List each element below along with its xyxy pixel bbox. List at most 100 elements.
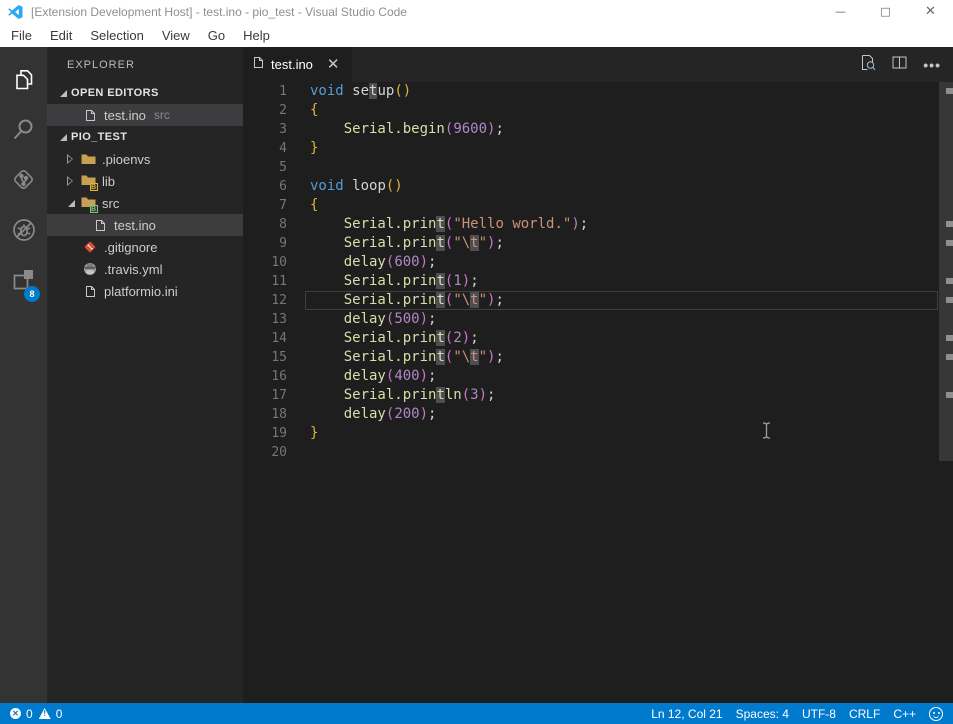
indentation-setting[interactable]: Spaces: 4	[736, 707, 789, 721]
extensions-badge: 8	[24, 286, 40, 302]
code-line-8[interactable]: 8 Serial.print("Hello world.");	[243, 215, 953, 234]
code-line-5[interactable]: 5	[243, 158, 953, 177]
feedback-smiley-icon[interactable]	[929, 707, 943, 721]
chevron-collapsed-icon	[63, 154, 79, 164]
line-number: 13	[243, 310, 287, 329]
line-number: 9	[243, 234, 287, 253]
warning-indicator[interactable]: ! 0	[39, 707, 63, 721]
code-line-3[interactable]: 3 Serial.begin(9600);	[243, 120, 953, 139]
more-actions-icon[interactable]: •••	[923, 57, 941, 73]
item-label: lib	[102, 174, 115, 189]
error-icon: ✕	[10, 708, 21, 719]
tab-test-ino[interactable]: test.ino ✕	[243, 47, 352, 82]
sidebar-title: EXPLORER	[47, 47, 243, 82]
code-line-11[interactable]: 11 Serial.print(1);	[243, 272, 953, 291]
menu-view[interactable]: View	[153, 23, 199, 47]
item-tag: src	[154, 108, 170, 122]
section-pio-test[interactable]: PIO_TEST	[47, 126, 243, 148]
code-line-1[interactable]: 1void setup()	[243, 82, 953, 101]
code-line-6[interactable]: 6void loop()	[243, 177, 953, 196]
line-number: 17	[243, 386, 287, 405]
code-line-18[interactable]: 18 delay(200);	[243, 405, 953, 424]
tree-item-platformio-ini[interactable]: platformio.ini	[47, 280, 243, 302]
error-indicator[interactable]: ✕ 0	[10, 707, 33, 721]
minimize-button[interactable]: —	[818, 0, 863, 23]
editor-group: test.ino ✕ ••• 1void setup()2{3 Serial.b…	[243, 47, 953, 703]
item-label: test.ino	[114, 218, 156, 233]
cursor-position[interactable]: Ln 12, Col 21	[651, 707, 722, 721]
activity-extensions[interactable]: 8	[0, 257, 47, 307]
code-line-16[interactable]: 16 delay(400);	[243, 367, 953, 386]
occurrence-ruler-mark	[946, 221, 953, 227]
encoding-setting[interactable]: UTF-8	[802, 707, 836, 721]
activity-search[interactable]	[0, 107, 47, 157]
line-number: 14	[243, 329, 287, 348]
tree-item--pioenvs[interactable]: .pioenvs	[47, 148, 243, 170]
occurrence-ruler-mark	[946, 354, 953, 360]
code-line-9[interactable]: 9 Serial.print("\t");	[243, 234, 953, 253]
line-number: 10	[243, 253, 287, 272]
menu-help[interactable]: Help	[234, 23, 279, 47]
tab-close-icon[interactable]: ✕	[327, 57, 340, 72]
activity-bar: 8	[0, 47, 47, 703]
chevron-collapsed-icon	[63, 176, 79, 186]
code-line-17[interactable]: 17 Serial.println(3);	[243, 386, 953, 405]
split-editor-icon[interactable]	[892, 56, 907, 74]
tree-item-src[interactable]: Bsrc	[47, 192, 243, 214]
editor-scrollbar[interactable]	[939, 82, 953, 703]
status-bar: ✕ 0 ! 0 Ln 12, Col 21 Spaces: 4 UTF-8 CR…	[0, 703, 953, 724]
line-number: 6	[243, 177, 287, 196]
activity-explorer[interactable]	[0, 57, 47, 107]
occurrence-ruler-mark	[946, 297, 953, 303]
code-line-12[interactable]: 12 Serial.print("\t");	[243, 291, 953, 310]
item-label: .travis.yml	[104, 262, 163, 277]
tree-item--travis-yml[interactable]: .travis.yml	[47, 258, 243, 280]
close-button[interactable]: ✕	[908, 0, 953, 23]
menu-edit[interactable]: Edit	[41, 23, 81, 47]
folder-icon	[79, 153, 97, 165]
line-number: 20	[243, 443, 287, 462]
folder-icon: B	[79, 196, 97, 211]
eol-setting[interactable]: CRLF	[849, 707, 880, 721]
code-line-10[interactable]: 10 delay(600);	[243, 253, 953, 272]
code-line-2[interactable]: 2{	[243, 101, 953, 120]
language-mode[interactable]: C++	[893, 707, 916, 721]
file-icon	[81, 285, 99, 298]
section-open-editors[interactable]: OPEN EDITORS	[47, 82, 243, 104]
line-number: 12	[243, 291, 287, 310]
tree-item-lib[interactable]: Blib	[47, 170, 243, 192]
window-controls: — □ ✕	[818, 0, 953, 23]
menu-selection[interactable]: Selection	[81, 23, 152, 47]
code-line-7[interactable]: 7{	[243, 196, 953, 215]
scrollbar-slider[interactable]	[939, 82, 953, 461]
menu-go[interactable]: Go	[199, 23, 234, 47]
code-line-20[interactable]: 20	[243, 443, 953, 462]
file-icon	[253, 56, 264, 74]
activity-debug[interactable]	[0, 207, 47, 257]
file-icon	[91, 219, 109, 232]
code-editor[interactable]: 1void setup()2{3 Serial.begin(9600);4}56…	[243, 82, 953, 703]
code-line-15[interactable]: 15 Serial.print("\t");	[243, 348, 953, 367]
code-line-14[interactable]: 14 Serial.print(2);	[243, 329, 953, 348]
folder-icon: B	[79, 174, 97, 189]
tree-item--gitignore[interactable]: .gitignore	[47, 236, 243, 258]
open-preview-icon[interactable]	[859, 54, 876, 76]
maximize-button[interactable]: □	[863, 0, 908, 23]
code-line-13[interactable]: 13 delay(500);	[243, 310, 953, 329]
occurrence-ruler-mark	[946, 240, 953, 246]
code-line-19[interactable]: 19}	[243, 424, 953, 443]
git-branch-icon	[11, 167, 36, 197]
activity-source-control[interactable]	[0, 157, 47, 207]
code-line-4[interactable]: 4}	[243, 139, 953, 158]
files-icon	[11, 67, 37, 98]
tree-item-test-ino[interactable]: test.ino	[47, 214, 243, 236]
travis-icon	[81, 262, 99, 276]
line-number: 4	[243, 139, 287, 158]
menu-file[interactable]: File	[2, 23, 41, 47]
line-number: 16	[243, 367, 287, 386]
menu-bar: FileEditSelectionViewGoHelp	[0, 23, 953, 47]
occurrence-ruler-mark	[946, 335, 953, 341]
line-number: 2	[243, 101, 287, 120]
tree-item-test-ino[interactable]: test.inosrc	[47, 104, 243, 126]
window-title: [Extension Development Host] - test.ino …	[31, 5, 407, 19]
